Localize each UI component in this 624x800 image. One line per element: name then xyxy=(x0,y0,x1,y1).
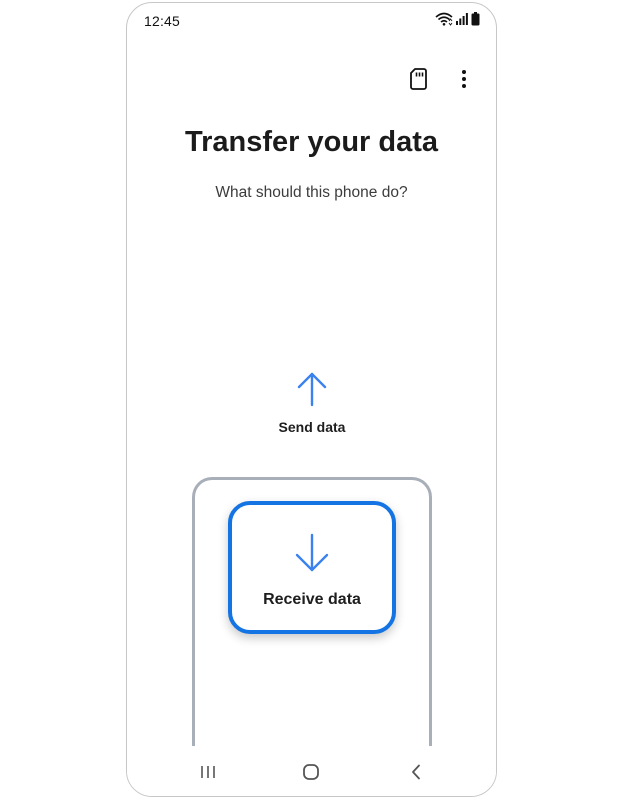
page-title: Transfer your data xyxy=(184,126,439,158)
recent-apps-icon[interactable] xyxy=(193,758,223,786)
phone-frame: 12:45 Transfer your data What should thi… xyxy=(126,2,497,797)
send-data-label: Send data xyxy=(278,419,346,435)
receive-data-label: Receive data xyxy=(263,591,361,608)
battery-icon xyxy=(471,11,480,31)
home-icon[interactable] xyxy=(296,758,326,786)
back-icon[interactable] xyxy=(401,758,431,786)
page-subtitle: What should this phone do? xyxy=(215,184,408,201)
send-data-option[interactable]: Send data xyxy=(252,371,372,441)
receive-data-option[interactable]: Receive data xyxy=(228,501,396,634)
signal-icon xyxy=(456,12,468,30)
status-icons xyxy=(435,11,480,31)
sd-card-icon[interactable] xyxy=(406,67,430,91)
status-time: 12:45 xyxy=(144,13,181,29)
navigation-bar xyxy=(127,746,496,796)
wifi-icon xyxy=(435,12,453,31)
header-actions xyxy=(406,67,476,91)
more-options-icon[interactable] xyxy=(452,67,476,91)
